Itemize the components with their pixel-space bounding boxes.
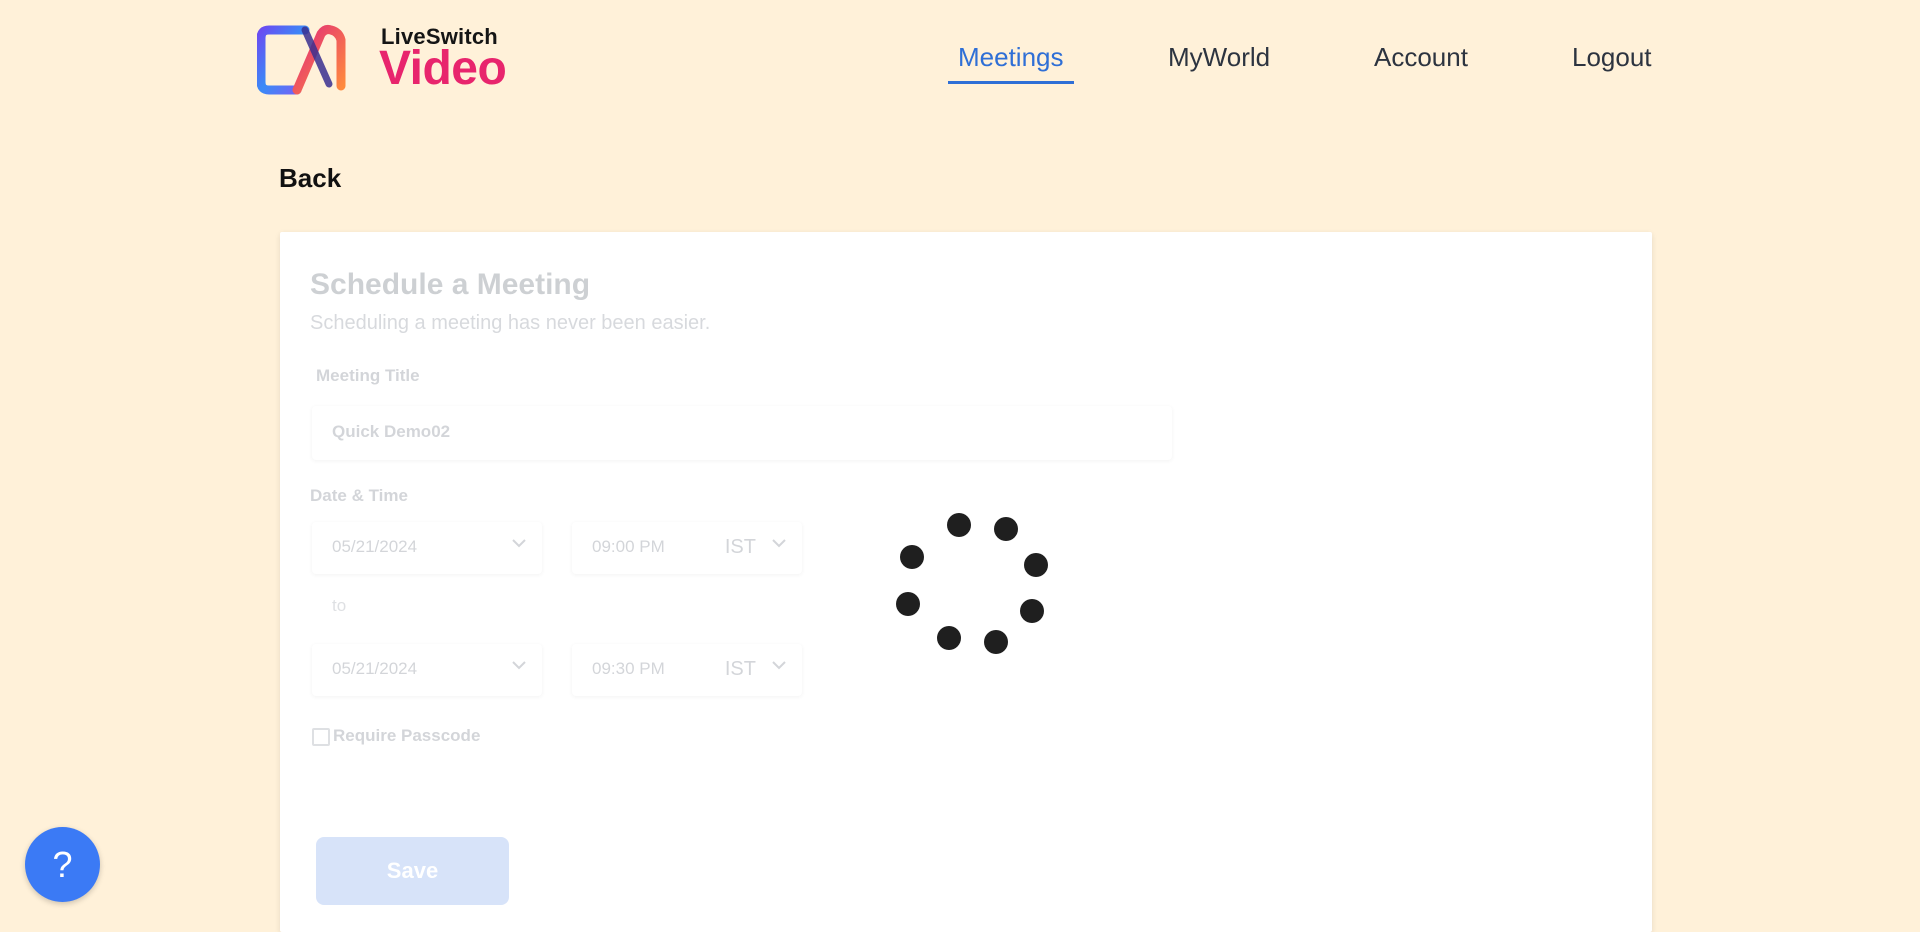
chevron-down-icon bbox=[772, 539, 786, 548]
end-timezone: IST bbox=[724, 658, 756, 680]
require-passcode-label: Require Passcode bbox=[333, 726, 481, 745]
chevron-down-icon bbox=[512, 661, 526, 670]
main-nav: Meetings MyWorld Account Logout bbox=[0, 40, 1920, 84]
end-time-value: 09:30 PM bbox=[592, 659, 665, 678]
spinner-dot bbox=[900, 545, 924, 569]
spinner-dot bbox=[947, 513, 971, 537]
date-time-label: Date & Time bbox=[310, 486, 408, 505]
spinner-dot bbox=[937, 626, 961, 650]
spinner-dot bbox=[994, 517, 1018, 541]
spinner-dot bbox=[896, 592, 920, 616]
spinner-dot bbox=[984, 630, 1008, 654]
help-icon: ? bbox=[52, 843, 73, 885]
nav-logout[interactable]: Logout bbox=[1562, 40, 1662, 81]
nav-meetings[interactable]: Meetings bbox=[948, 40, 1074, 84]
spinner-dot bbox=[1024, 553, 1048, 577]
back-link[interactable]: Back bbox=[279, 163, 341, 194]
start-time-value: 09:00 PM bbox=[592, 537, 665, 556]
save-button[interactable]: Save bbox=[316, 837, 509, 905]
end-date-value: 05/21/2024 bbox=[332, 659, 418, 678]
start-date-select[interactable]: 05/21/2024 bbox=[312, 522, 542, 574]
loading-spinner-icon bbox=[890, 510, 1048, 660]
chevron-down-icon bbox=[772, 661, 786, 670]
meeting-title-input[interactable]: Quick Demo02 bbox=[312, 406, 1172, 460]
end-time-select[interactable]: 09:30 PM IST bbox=[572, 644, 802, 696]
help-button[interactable]: ? bbox=[25, 827, 100, 902]
nav-myworld[interactable]: MyWorld bbox=[1158, 40, 1280, 81]
meeting-title-label: Meeting Title bbox=[316, 366, 420, 385]
end-date-select[interactable]: 05/21/2024 bbox=[312, 644, 542, 696]
chevron-down-icon bbox=[512, 539, 526, 548]
page-subtitle: Scheduling a meeting has never been easi… bbox=[310, 312, 711, 334]
start-timezone: IST bbox=[724, 536, 756, 558]
require-passcode-checkbox[interactable] bbox=[312, 728, 330, 746]
page-title: Schedule a Meeting bbox=[310, 268, 591, 301]
to-label: to bbox=[332, 596, 347, 615]
spinner-dot bbox=[1020, 599, 1044, 623]
start-time-select[interactable]: 09:00 PM IST bbox=[572, 522, 802, 574]
nav-account[interactable]: Account bbox=[1364, 40, 1478, 81]
start-date-value: 05/21/2024 bbox=[332, 537, 418, 556]
